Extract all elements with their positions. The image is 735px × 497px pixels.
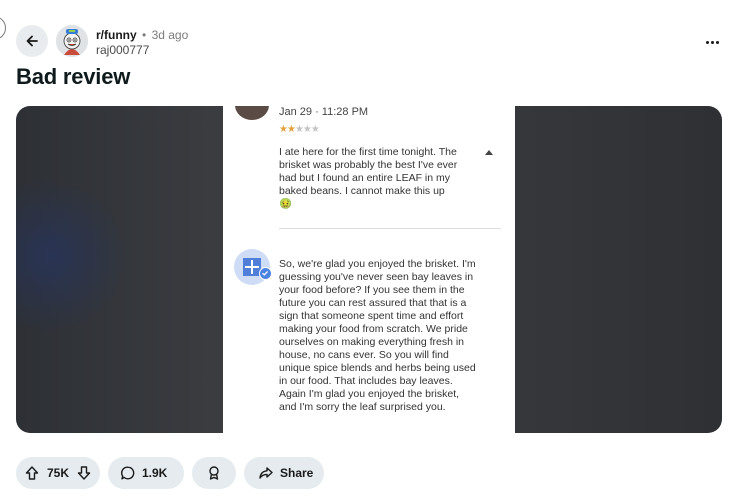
review-date: Jan 29 · 11:28 PM: [279, 106, 369, 118]
comments-button[interactable]: 1.9K: [108, 457, 184, 489]
star-icon: ★: [310, 124, 320, 135]
subreddit-avatar[interactable]: [56, 25, 88, 57]
share-icon: [258, 465, 274, 481]
back-button[interactable]: [16, 25, 48, 57]
post-meta: r/funny • 3d ago raj000777: [96, 28, 188, 58]
post-time: 3d ago: [151, 28, 189, 42]
star-icon: ★: [294, 124, 304, 135]
review-text: I ate here for the first time tonight. T…: [279, 146, 458, 210]
more-options-button[interactable]: [700, 32, 724, 52]
verified-icon: [259, 267, 272, 280]
award-button[interactable]: [192, 457, 236, 489]
star-rating: ★★★★★: [279, 124, 320, 135]
star-icon: ★: [286, 124, 296, 135]
post-actions: 75K 1.9K Share: [16, 457, 324, 489]
upvote-icon[interactable]: [24, 465, 40, 481]
comment-count: 1.9K: [142, 466, 168, 480]
owner-reply-text: So, we're glad you enjoyed the brisket. …: [279, 258, 476, 413]
comment-icon: [120, 465, 136, 481]
star-icon: ★: [302, 124, 312, 135]
award-icon: [206, 465, 222, 481]
arrow-left-icon: [24, 33, 40, 49]
post-media[interactable]: Jan 29 · 11:28 PM ★★★★★ I ate here for t…: [16, 106, 722, 433]
more-horizontal-icon: [705, 40, 709, 44]
divider: [279, 228, 501, 229]
review-screenshot: Jan 29 · 11:28 PM ★★★★★ I ate here for t…: [223, 106, 515, 433]
collapse-caret-icon: [485, 150, 493, 155]
subreddit-name[interactable]: r/funny: [96, 28, 137, 42]
post-title: Bad review: [16, 64, 131, 89]
edge-partial-circle: [0, 16, 6, 40]
vote-pill: 75K: [16, 457, 100, 489]
star-icon: ★: [279, 124, 288, 135]
downvote-icon[interactable]: [76, 465, 92, 481]
share-button[interactable]: Share: [244, 457, 324, 489]
post-author[interactable]: raj000777: [96, 43, 188, 58]
reviewer-avatar: [235, 106, 269, 120]
share-label: Share: [280, 466, 314, 480]
meta-separator: •: [142, 28, 147, 42]
vote-count: 75K: [46, 466, 69, 480]
